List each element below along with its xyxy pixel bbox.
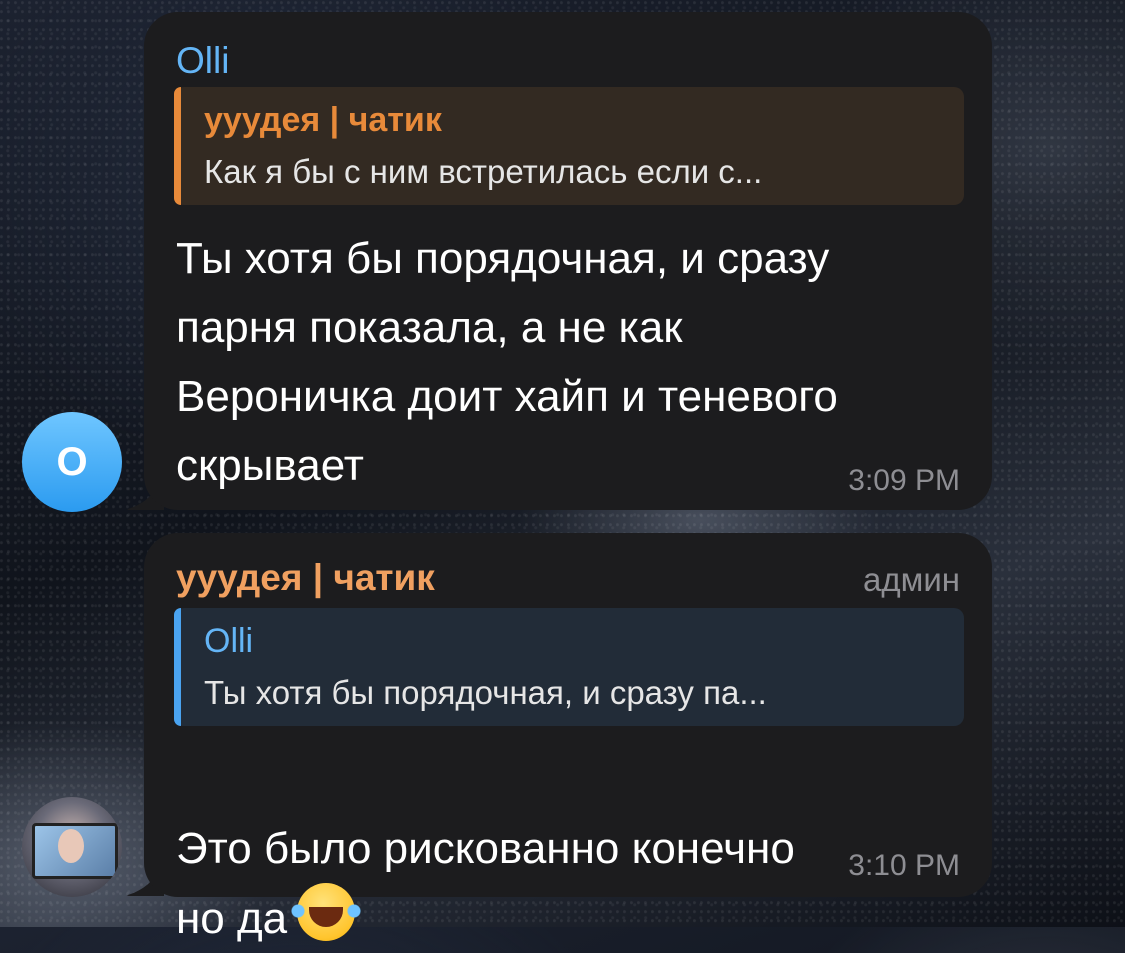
reply-text: Ты хотя бы порядочная, и сразу па... bbox=[204, 674, 767, 711]
sender-name[interactable]: Olli bbox=[176, 40, 229, 82]
reply-accent-bar bbox=[174, 87, 181, 205]
message-time: 3:09 PM bbox=[848, 464, 960, 497]
message-text-content: Это было рискованно конечно но да bbox=[176, 824, 795, 943]
message-text: Ты хотя бы порядочная, и сразу парня пок… bbox=[176, 234, 838, 490]
message-bubble[interactable]: Olli ууудея | чатик Как я бы с ним встре… bbox=[144, 12, 992, 510]
avatar[interactable] bbox=[22, 797, 122, 897]
reply-author: ууудея | чатик bbox=[204, 101, 442, 139]
admin-badge: админ bbox=[863, 561, 960, 598]
reply-accent-bar bbox=[174, 608, 181, 726]
reply-quote[interactable]: Olli Ты хотя бы порядочная, и сразу па..… bbox=[174, 608, 964, 726]
message-text: Это было рискованно конечно но да bbox=[176, 745, 795, 953]
avatar-letter: O bbox=[56, 439, 88, 484]
reply-text: Как я бы с ним встретилась если с... bbox=[204, 153, 763, 190]
reply-quote[interactable]: ууудея | чатик Как я бы с ним встретилас… bbox=[174, 87, 964, 205]
message-bubble[interactable]: ууудея | чатик админ Olli Ты хотя бы пор… bbox=[144, 533, 992, 943]
message-time: 3:10 PM bbox=[848, 849, 960, 882]
reply-author: Olli bbox=[204, 622, 254, 660]
rolling-laughing-emoji-icon bbox=[291, 883, 362, 941]
sender-name[interactable]: ууудея | чатик bbox=[176, 557, 435, 599]
avatar[interactable]: O bbox=[22, 412, 122, 512]
avatar-face bbox=[58, 829, 84, 863]
